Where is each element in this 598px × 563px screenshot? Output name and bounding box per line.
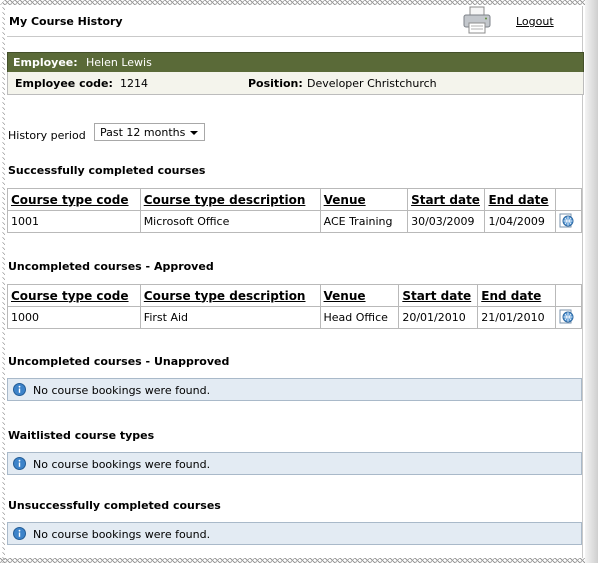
page-shadow-right [585,0,598,563]
employee-bar: Employee: Helen Lewis [7,52,584,73]
approved-courses-table: Course type code Course type description… [7,284,582,329]
column-header-start-date[interactable]: Start date [407,188,486,211]
history-period-select[interactable]: Past 12 months [94,123,205,141]
cell-details [554,210,583,233]
column-header-venue[interactable]: Venue [319,188,409,211]
column-header-description[interactable]: Course type description [139,284,321,307]
info-icon [13,457,26,470]
column-header-blank [555,284,582,307]
employee-code-value: 1214 [120,77,148,90]
column-header-blank [554,188,583,211]
column-header-end-date[interactable]: End date [477,284,557,307]
logout-link[interactable]: Logout [516,15,554,28]
cell-end-date: 21/01/2010 [477,306,557,329]
section-title-completed: Successfully completed courses [8,164,206,177]
cell-venue: Head Office [319,306,400,329]
completed-courses-table: Course type code Course type description… [7,188,583,233]
column-header-venue[interactable]: Venue [319,284,400,307]
table-row: 1000 First Aid Head Office 20/01/2010 21… [7,306,582,329]
top-bar: My Course History Logout [7,6,582,37]
cell-description: Microsoft Office [139,210,321,233]
section-title-approved: Uncompleted courses - Approved [8,260,214,273]
employee-label: Employee: [13,56,78,69]
chevron-down-icon [190,131,198,135]
section-title-unapproved: Uncompleted courses - Unapproved [8,355,230,368]
cell-end-date: 1/04/2009 [484,210,556,233]
printer-icon[interactable] [461,6,493,34]
message-text: No course bookings were found. [33,528,211,541]
cell-code: 1001 [7,210,141,233]
message-waitlisted: No course bookings were found. [7,452,582,475]
cell-start-date: 20/01/2010 [398,306,479,329]
column-header-end-date[interactable]: End date [484,188,556,211]
message-text: No course bookings were found. [33,458,211,471]
employee-code-label: Employee code: [15,77,113,90]
history-period-label: History period [8,129,86,142]
section-title-waitlisted: Waitlisted course types [8,429,155,442]
column-header-code[interactable]: Course type code [7,284,141,307]
torn-edge-top [0,0,598,5]
cell-venue: ACE Training [319,210,409,233]
torn-edge-bottom [0,558,598,563]
page-title: My Course History [9,15,123,28]
column-header-code[interactable]: Course type code [7,188,141,211]
employee-details: Employee code: 1214 Position: Developer … [7,72,584,95]
column-header-description[interactable]: Course type description [139,188,321,211]
table-header-row: Course type code Course type description… [7,284,582,307]
history-period-value: Past 12 months [100,126,186,139]
globe-details-icon[interactable] [559,213,574,228]
torn-edge-left [0,0,5,563]
cell-details [555,306,582,329]
position-label: Position: [248,77,303,90]
cell-description: First Aid [139,306,321,329]
section-title-unsuccessful: Unsuccessfully completed courses [8,499,221,512]
page-frame: My Course History Logout Employee: Helen… [7,6,584,558]
info-icon [13,383,26,396]
cell-code: 1000 [7,306,141,329]
table-header-row: Course type code Course type description… [7,188,583,211]
cell-start-date: 30/03/2009 [407,210,486,233]
info-icon [13,527,26,540]
column-header-start-date[interactable]: Start date [398,284,479,307]
globe-details-icon[interactable] [559,309,574,324]
table-row: 1001 Microsoft Office ACE Training 30/03… [7,210,583,233]
message-text: No course bookings were found. [33,384,211,397]
employee-name: Helen Lewis [86,56,152,69]
position-value: Developer Christchurch [307,77,437,90]
message-unsuccessful: No course bookings were found. [7,522,582,545]
message-unapproved: No course bookings were found. [7,378,582,401]
